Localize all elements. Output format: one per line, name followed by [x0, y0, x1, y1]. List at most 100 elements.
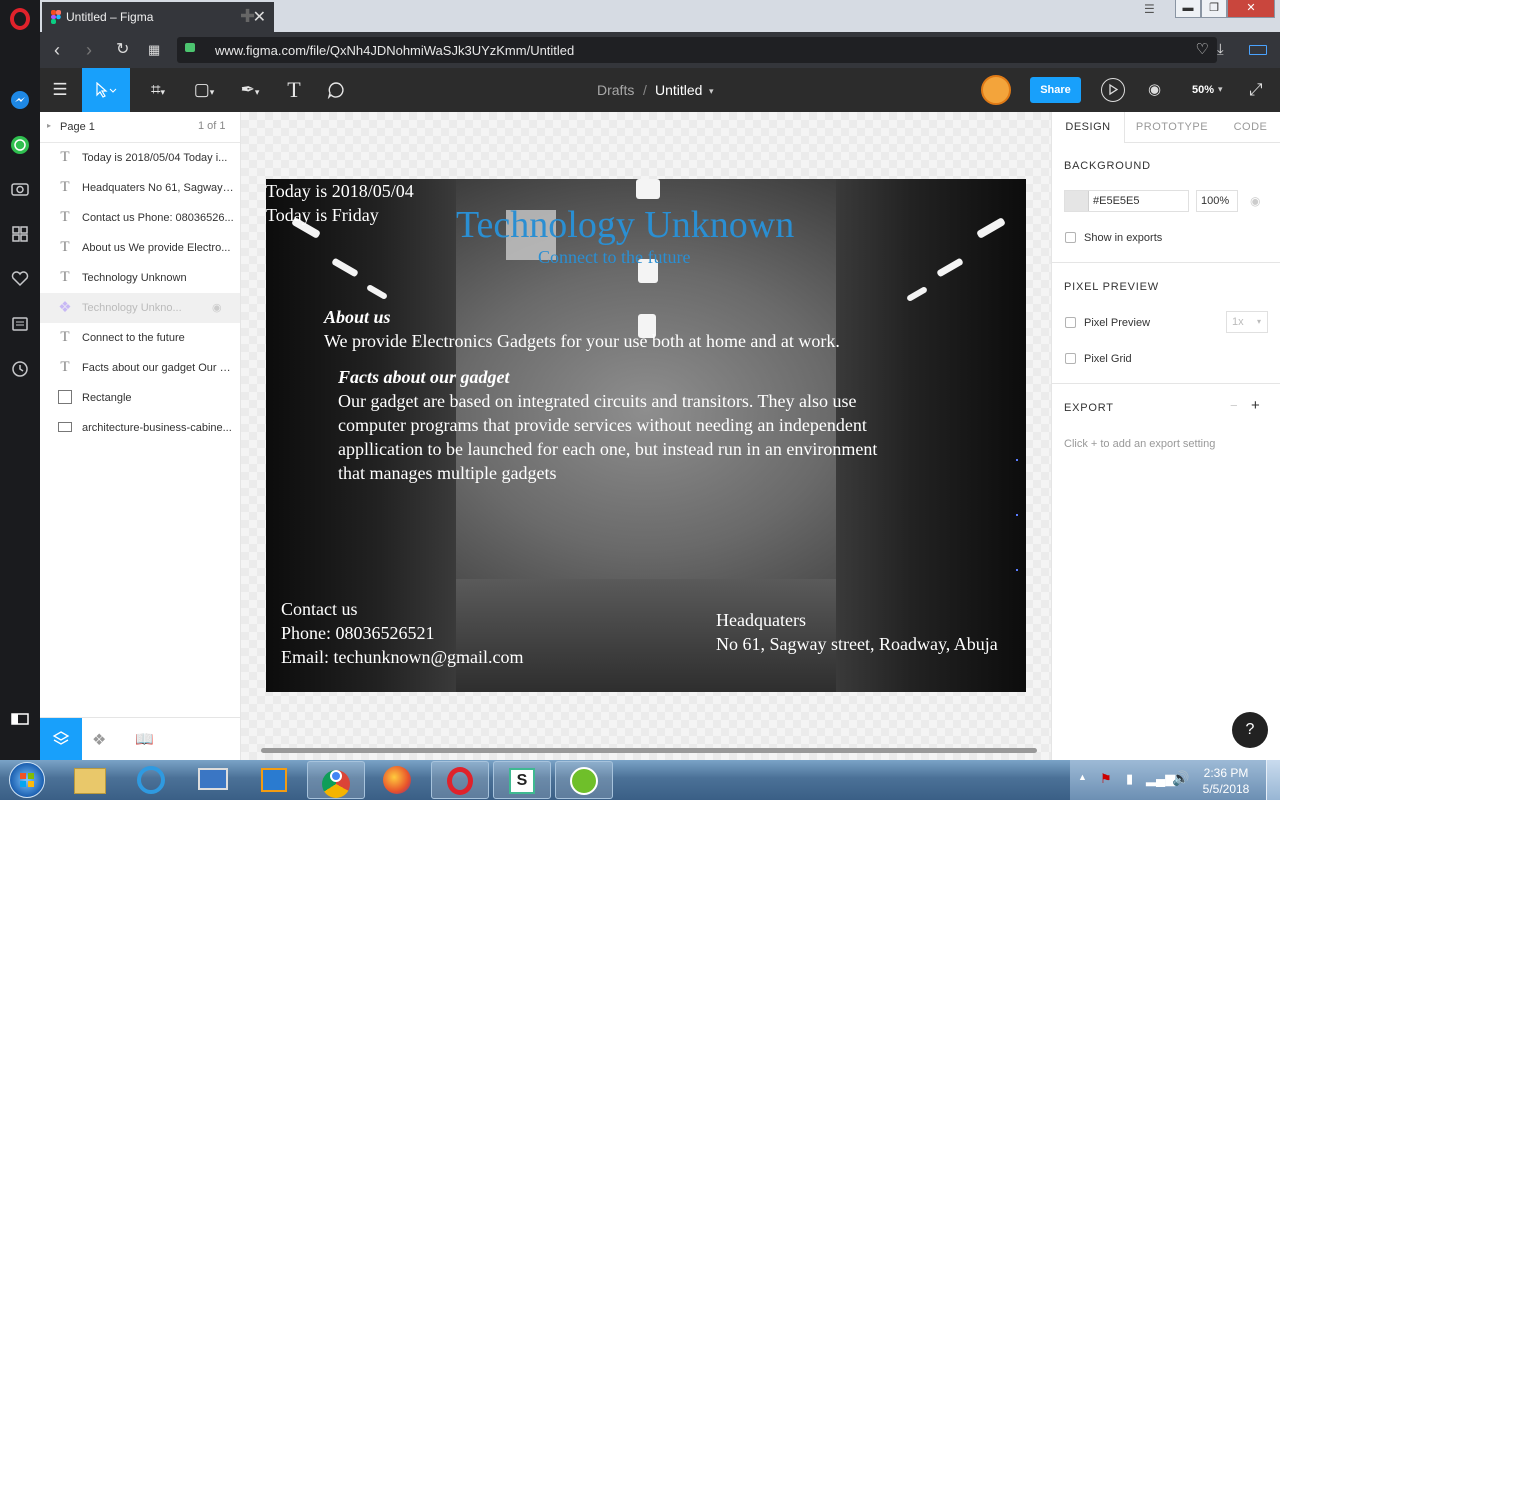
bookmark-heart-icon[interactable]: ♡: [1196, 40, 1209, 58]
chrome-icon[interactable]: [307, 761, 365, 799]
minimize-button[interactable]: ▬: [1175, 0, 1201, 18]
facts-line[interactable]: Our gadget are based on integrated circu…: [338, 389, 857, 413]
firefox-icon[interactable]: [369, 761, 427, 799]
layer-row[interactable]: ❖ Technology Unkno... ◉: [40, 293, 240, 323]
zoom-chevron-icon[interactable]: ▾: [1218, 84, 1223, 95]
remove-export-icon[interactable]: −: [1230, 398, 1238, 413]
design-frame[interactable]: Today is 2018/05/04 Today is Friday Tech…: [266, 179, 1026, 692]
network-signal-icon[interactable]: ▂▄▆: [1146, 771, 1175, 787]
page-expand-icon[interactable]: ▸: [47, 121, 51, 130]
layer-row[interactable]: Rectangle: [40, 383, 240, 413]
visibility-eye-icon[interactable]: ◉: [1250, 194, 1260, 208]
fullscreen-icon[interactable]: ⤢: [1249, 80, 1263, 100]
news-icon[interactable]: [10, 314, 30, 334]
messenger-icon[interactable]: [10, 90, 30, 110]
comment-tool-icon[interactable]: [316, 68, 356, 112]
action-center-flag-icon[interactable]: ⚑: [1100, 771, 1112, 787]
page-name[interactable]: Page 1: [60, 121, 95, 133]
canvas[interactable]: Today is 2018/05/04 Today is Friday Tech…: [241, 112, 1051, 760]
tab-prototype[interactable]: PROTOTYPE: [1124, 112, 1220, 143]
tab-design[interactable]: DESIGN: [1052, 112, 1125, 143]
internet-explorer-icon[interactable]: [122, 761, 180, 799]
subtitle-text[interactable]: Connect to the future: [538, 245, 690, 269]
opera-logo-icon[interactable]: [10, 8, 30, 30]
url-field[interactable]: www.figma.com/file/QxNh4JDNohmiWaSJk3UYz…: [177, 37, 1217, 63]
heart-icon[interactable]: [10, 269, 30, 289]
layer-row[interactable]: T Technology Unknown: [40, 263, 240, 293]
title-text[interactable]: Technology Unknown: [456, 203, 794, 247]
contact-heading[interactable]: Contact us: [281, 597, 358, 621]
library-book-icon[interactable]: 📖: [135, 730, 154, 748]
avatar[interactable]: [981, 75, 1011, 105]
camera-icon[interactable]: [10, 179, 30, 199]
forward-icon[interactable]: ›: [86, 40, 92, 60]
add-export-icon[interactable]: +: [1251, 397, 1260, 414]
breadcrumb-drafts[interactable]: Drafts: [597, 82, 634, 98]
whatsapp-icon[interactable]: [10, 135, 30, 155]
hq-address[interactable]: No 61, Sagway street, Roadway, Abuja: [716, 632, 998, 656]
share-button[interactable]: Share: [1030, 77, 1081, 103]
speed-dial-icon[interactable]: [10, 224, 30, 244]
layer-row[interactable]: T Contact us Phone: 08036526...: [40, 203, 240, 233]
layer-row[interactable]: T Headquaters No 61, Sagway ...: [40, 173, 240, 203]
hq-heading[interactable]: Headquaters: [716, 608, 806, 632]
layer-row[interactable]: T Today is 2018/05/04 Today i...: [40, 143, 240, 173]
layer-row[interactable]: T Connect to the future: [40, 323, 240, 353]
tab-menu-icon[interactable]: ☰: [1144, 2, 1155, 16]
history-icon[interactable]: [10, 359, 30, 379]
pixel-preview-checkbox[interactable]: [1065, 317, 1076, 328]
bg-color-field[interactable]: #E5E5E5: [1064, 190, 1189, 212]
show-in-exports-checkbox[interactable]: [1065, 232, 1076, 243]
contact-phone[interactable]: Phone: 08036526521: [281, 621, 435, 645]
power-battery-icon[interactable]: ▮: [1126, 771, 1133, 787]
pen-tool-icon[interactable]: ✒▾: [228, 68, 272, 112]
file-name[interactable]: Untitled: [655, 82, 702, 98]
file-explorer-icon[interactable]: [60, 761, 118, 799]
move-tool-icon[interactable]: [82, 68, 130, 112]
tabs-grid-icon[interactable]: ▦: [148, 40, 160, 60]
page-header[interactable]: ▸ Page 1 1 of 1: [40, 112, 240, 143]
contact-email[interactable]: Email: techunknown@gmail.com: [281, 645, 524, 669]
layer-visibility-eye-icon[interactable]: ◉: [212, 301, 222, 314]
frame-tool-icon[interactable]: ⌗▾: [136, 68, 180, 112]
facts-line[interactable]: computer programs that provide services …: [338, 413, 867, 437]
about-heading[interactable]: About us: [324, 305, 391, 329]
zoom-level[interactable]: 50%: [1192, 84, 1214, 96]
reload-icon[interactable]: ↻: [116, 40, 129, 60]
remote-desktop-icon[interactable]: [184, 761, 242, 799]
pixel-scale-select[interactable]: 1x ▾: [1226, 311, 1268, 333]
tab-code[interactable]: CODE: [1220, 112, 1280, 143]
volume-icon[interactable]: 🔊: [1172, 770, 1189, 787]
help-button[interactable]: ?: [1232, 712, 1268, 748]
download-icon[interactable]: ⤓: [1217, 40, 1224, 60]
date-line-2[interactable]: Today is Friday: [266, 203, 379, 227]
pixel-grid-checkbox[interactable]: [1065, 353, 1076, 364]
battery-icon[interactable]: [1249, 45, 1267, 55]
bg-hex[interactable]: #E5E5E5: [1093, 195, 1139, 207]
facts-line[interactable]: appllication to be launched for each one…: [338, 437, 877, 461]
new-tab-icon[interactable]: ✚: [240, 6, 255, 27]
window-close-button[interactable]: ✕: [1227, 0, 1275, 18]
rectangle-tool-icon[interactable]: ▢▾: [182, 68, 226, 112]
layer-row[interactable]: architecture-business-cabine...: [40, 413, 240, 443]
view-eye-icon[interactable]: ◉: [1148, 80, 1161, 98]
file-menu-chevron-icon[interactable]: ▾: [709, 86, 714, 97]
media-player-icon[interactable]: [246, 761, 304, 799]
back-icon[interactable]: ‹: [54, 40, 60, 60]
main-menu-icon[interactable]: ☰: [40, 68, 80, 112]
opera-taskbar-icon[interactable]: [431, 761, 489, 799]
layers-tab[interactable]: [40, 718, 82, 761]
components-tab-icon[interactable]: ❖: [92, 730, 106, 750]
sidebar-toggle-icon[interactable]: [10, 709, 30, 729]
tray-expand-icon[interactable]: ▲: [1078, 772, 1087, 782]
bg-opacity-field[interactable]: 100%: [1196, 190, 1238, 212]
facts-line[interactable]: that manages multiple gadgets: [338, 461, 556, 485]
camtasia-icon[interactable]: [555, 761, 613, 799]
slack-icon[interactable]: S: [493, 761, 551, 799]
layer-row[interactable]: T Facts about our gadget Our g...: [40, 353, 240, 383]
date-line-1[interactable]: Today is 2018/05/04: [266, 179, 414, 203]
layer-row[interactable]: T About us We provide Electro...: [40, 233, 240, 263]
horizontal-scrollbar[interactable]: [261, 748, 1037, 753]
restore-button[interactable]: ❐: [1201, 0, 1227, 18]
facts-heading[interactable]: Facts about our gadget: [338, 365, 510, 389]
